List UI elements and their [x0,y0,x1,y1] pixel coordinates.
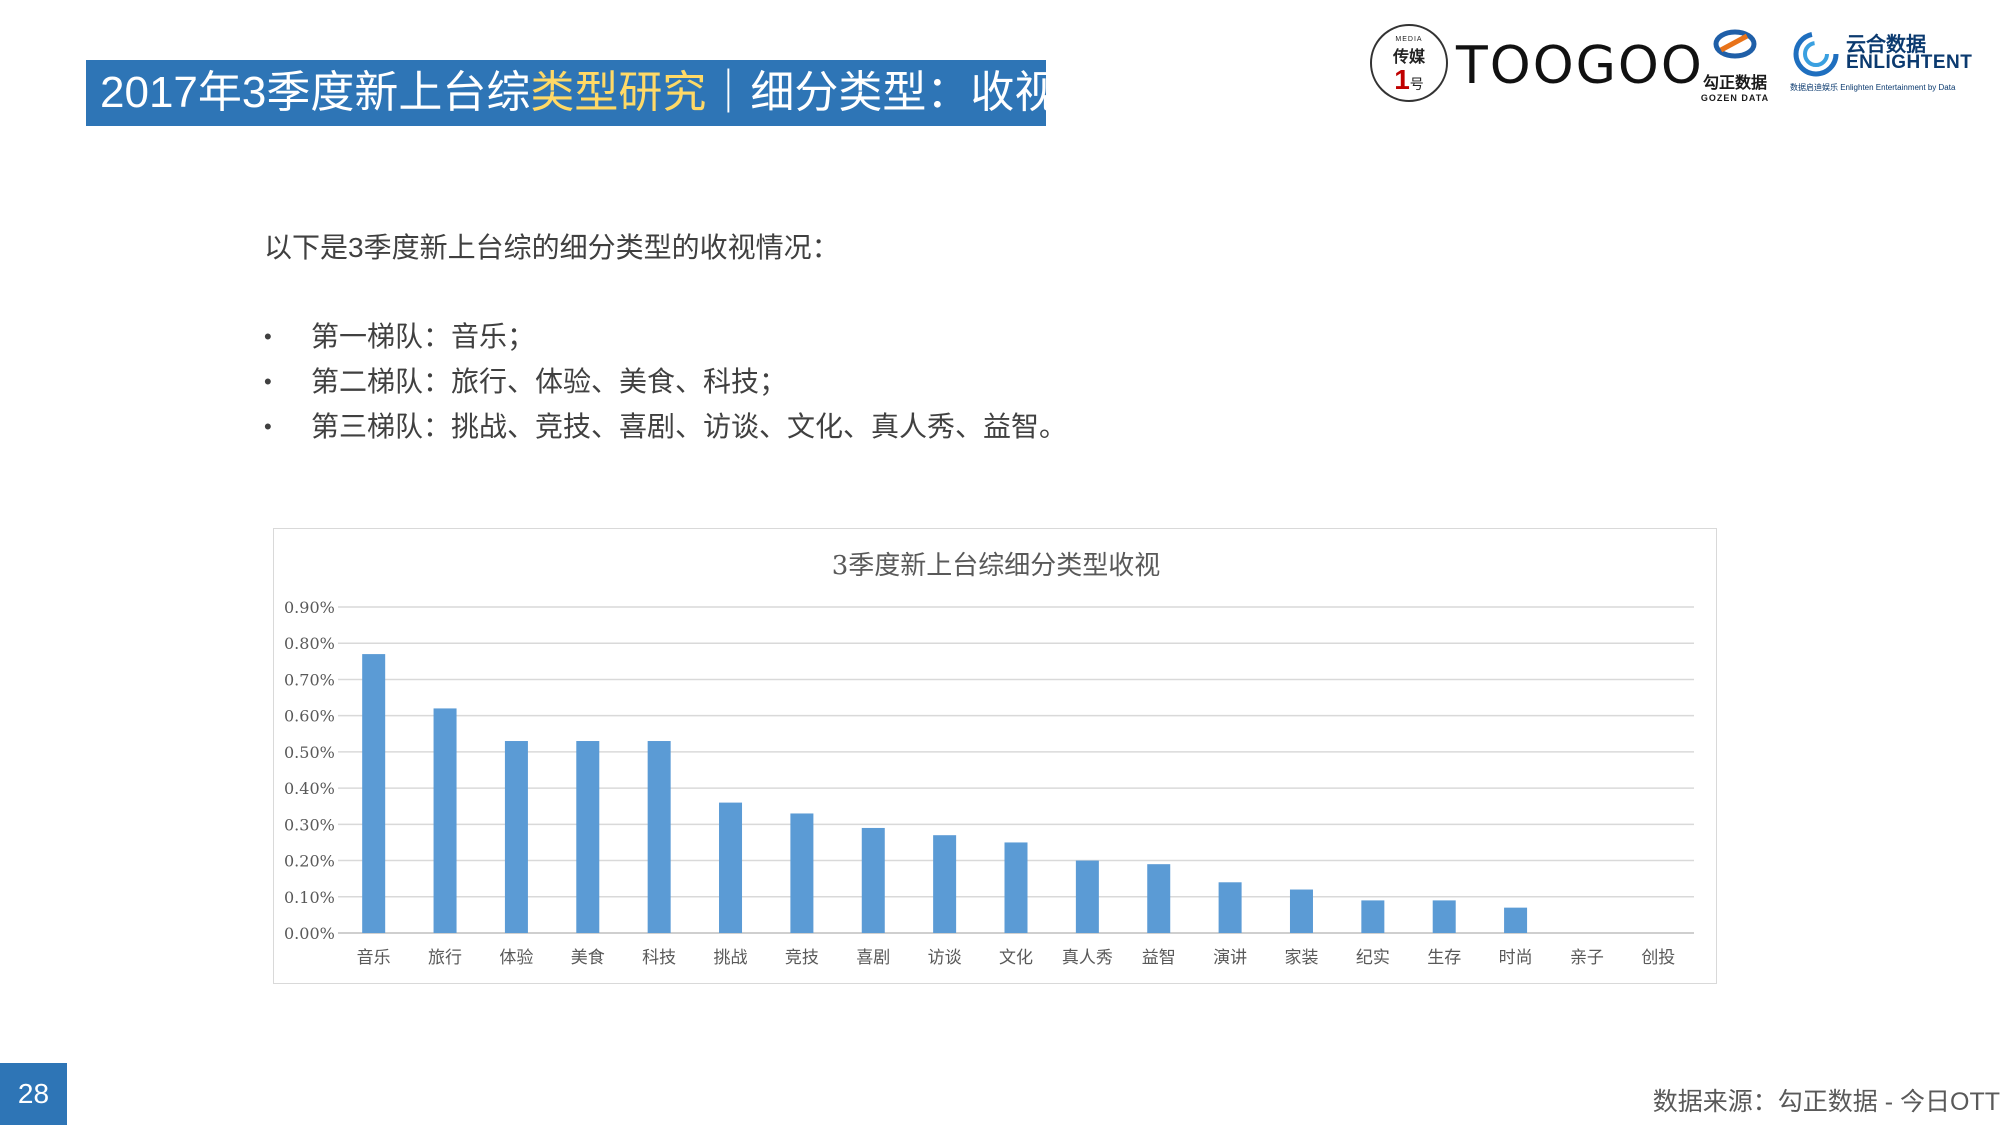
y-tick-label: 0.90% [284,598,335,617]
x-tick-label: 益智 [1142,948,1176,968]
y-tick-label: 0.20% [284,852,335,871]
gozen-logo: 勾正数据 GOZEN DATA [1692,28,1778,103]
enlight-logo-mark-icon [1793,31,1839,77]
x-tick-label: 挑战 [714,948,748,968]
bar-10 [1004,842,1028,933]
page-title: 2017年3季度新上台综类型研究｜细分类型：收视 [86,60,1058,126]
partner-logos: MEDIA 传媒 1号 TOOGOO 勾正数据 GOZEN DATA 云合数据 … [1370,18,1990,118]
x-tick-label: 科技 [642,948,676,968]
bar-1 [362,654,386,933]
gozen-logo-en: GOZEN DATA [1700,93,1770,103]
toogoo-logo: TOOGOO [1456,36,1704,96]
bar-17 [1504,907,1528,933]
x-tick-label: 家装 [1284,948,1318,968]
page-number: 28 [0,1063,67,1125]
x-tick-label: 旅行 [428,948,462,968]
chart-title: 3季度新上台综细分类型收视 [832,551,1161,581]
data-source: 数据来源：勾正数据 - 今日OTT [1652,1088,2000,1116]
enlight-logo-en: ENLIGHTENT [1846,52,1973,73]
x-tick-label: 纪实 [1356,948,1390,968]
x-tick-label: 美食 [571,948,605,968]
bullet-dot-icon: • [264,324,272,349]
title-highlight: 类型研究 [530,68,707,117]
tier-item: • 第一梯队：音乐； [264,314,1067,359]
tier-item: • 第三梯队：挑战、竞技、喜剧、访谈、文化、真人秀、益智。 [264,404,1067,449]
tier-item: • 第二梯队：旅行、体验、美食、科技； [264,359,1067,404]
media-logo-num: 1 [1394,64,1410,95]
bar-9 [933,835,957,933]
tier-item-text: 第三梯队：挑战、竞技、喜剧、访谈、文化、真人秀、益智。 [311,411,1068,442]
x-tick-label: 生存 [1427,948,1461,968]
x-tick-label: 喜剧 [856,948,890,968]
x-tick-label: 竞技 [785,948,819,968]
bar-2 [433,708,457,933]
bar-12 [1147,864,1171,933]
x-tick-label: 真人秀 [1062,948,1113,968]
chart-y-ticks: 0.00% 0.10% 0.20% 0.30% 0.40% 0.50% 0.60% 0.70%… [284,598,335,943]
x-tick-label: 创投 [1641,948,1675,968]
enlight-logo-sub: 数据启迪娱乐 Enlighten Entertainment by Data [1790,83,1956,92]
title-part1: 2017年3季度新上台综 [100,68,531,117]
y-tick-label: 0.60% [284,707,335,726]
bar-5 [647,741,671,933]
title-part2: ｜细分类型：收视 [706,68,1059,117]
bar-11 [1075,860,1099,933]
x-tick-label: 访谈 [928,948,962,968]
bar-16 [1432,900,1456,933]
x-tick-label: 演讲 [1213,948,1247,968]
bar-15 [1361,900,1385,933]
y-tick-label: 0.00% [284,924,335,943]
y-tick-label: 0.50% [284,743,335,762]
x-tick-label: 体验 [499,948,533,968]
chart-x-ticks: 音乐 旅行 体验 美食 科技 挑战 竞技 喜剧 访谈 文化 真人秀 益智 演讲 家装 纪实 生存 时尚 亲子 创投 [357,948,1676,968]
tier-item-text: 第二梯队：旅行、体验、美食、科技； [311,366,788,397]
intro-text: 以下是3季度新上台综的细分类型的收视情况： [264,232,840,263]
media-logo-hao: 号 [1409,76,1424,92]
y-tick-label: 0.10% [284,888,335,907]
tier-item-text: 第一梯队：音乐； [311,321,536,352]
bar-6 [719,802,743,933]
y-tick-label: 0.70% [284,670,335,689]
bar-4 [576,741,600,933]
ratings-chart: 3季度新上台综细分类型收视 0.00% 0.10% 0.20% 0.30% 0.40% 0… [273,528,1717,984]
bar-3 [504,741,528,933]
chart-bars [362,654,1528,933]
x-tick-label: 文化 [999,948,1033,968]
media-logo: MEDIA 传媒 1号 [1370,24,1448,102]
x-tick-label: 亲子 [1570,948,1604,968]
x-tick-label: 音乐 [357,948,391,968]
y-tick-label: 0.80% [284,634,335,653]
y-tick-label: 0.30% [284,815,335,834]
bar-7 [790,813,814,933]
x-tick-label: 时尚 [1499,948,1533,968]
ratings-chart-svg: 3季度新上台综细分类型收视 0.00%0.10%0.20%0.30%0.40%0… [284,551,1694,968]
gozen-logo-mark-icon [1713,29,1757,59]
gozen-logo-cn: 勾正数据 [1702,75,1767,92]
bar-14 [1289,889,1313,933]
bullet-dot-icon: • [264,414,272,439]
media-logo-small: MEDIA [1395,36,1423,43]
bullet-dot-icon: • [264,369,272,394]
tier-list: • 第一梯队：音乐； • 第二梯队：旅行、体验、美食、科技； • 第三梯队：挑战、竞技… [264,314,1067,449]
bar-8 [861,827,885,933]
bar-13 [1218,882,1242,933]
y-tick-label: 0.40% [284,779,335,798]
